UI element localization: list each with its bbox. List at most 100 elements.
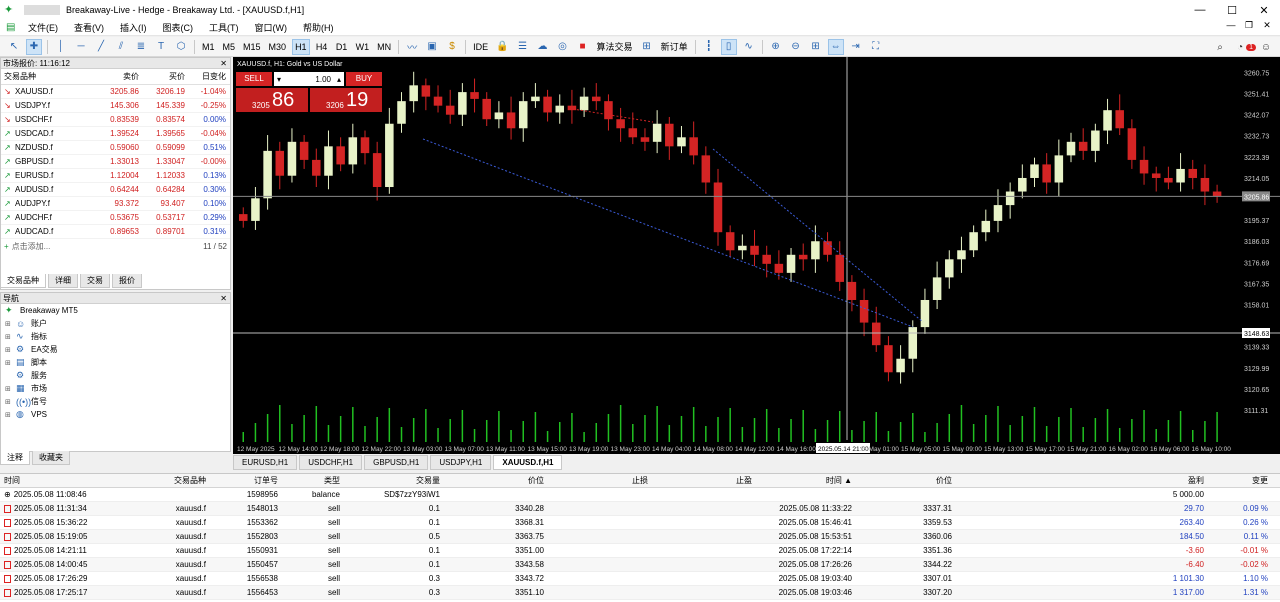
tab-xauusd[interactable]: XAUUSD.f,H1 — [493, 455, 563, 470]
tab-ticks[interactable]: 报价 — [112, 274, 142, 288]
tf-h4[interactable]: H4 — [314, 39, 330, 55]
algo-trading-button[interactable]: 算法交易 — [595, 39, 635, 55]
fibonacci-icon[interactable]: ≣ — [133, 39, 149, 55]
tf-m15[interactable]: M15 — [241, 39, 263, 55]
tab-common[interactable]: 注释 — [0, 451, 30, 465]
crosshair-icon[interactable]: ✚ — [26, 38, 42, 55]
text-tool-icon[interactable]: T — [153, 39, 169, 55]
nav-experts[interactable]: ⊞ ⚙ EA交易 — [1, 343, 230, 356]
lot-input[interactable]: ▾ 1.00 ▴ — [274, 72, 344, 86]
child-restore-button[interactable]: ❐ — [1240, 20, 1258, 31]
market-watch-row[interactable]: ↗ AUDCHF.f 0.53675 0.53717 0.29% — [1, 211, 230, 225]
child-minimize-button[interactable]: — — [1222, 20, 1240, 31]
tab-usdjpy[interactable]: USDJPY,H1 — [430, 455, 492, 470]
trendline-icon[interactable]: ╱ — [93, 39, 109, 55]
table-row[interactable]: 2025.05.08 17:25:17 xauusd.f 1556453 sell 0.… — [0, 586, 1280, 600]
nav-accounts[interactable]: ⊞ ☺ 账户 — [1, 317, 230, 330]
buy-price-box[interactable]: 3206 19 — [310, 88, 382, 112]
chart-shift-icon[interactable]: ⇥ — [848, 39, 864, 55]
new-order-icon[interactable]: ⊞ — [639, 39, 655, 55]
market-watch-row[interactable]: ↗ GBPUSD.f 1.33013 1.33047 -0.00% — [1, 155, 230, 169]
col-ask[interactable]: 买价 — [139, 71, 185, 82]
price-chart[interactable]: 3260.75 3251.41 3242.07 3232.73 3223.39 3214.… — [233, 57, 1280, 454]
hcol-ticket[interactable]: 订单号 — [208, 475, 278, 486]
tf-h1[interactable]: H1 — [292, 38, 310, 55]
lock-icon[interactable]: 🔒 — [494, 39, 510, 55]
hcol-volume[interactable]: 交易量 — [340, 475, 440, 486]
zoom-out-icon[interactable]: ⊖ — [788, 39, 804, 55]
table-row[interactable]: 2025.05.08 15:36:22 xauusd.f 1553362 sell 0.… — [0, 516, 1280, 530]
market-watch-row[interactable]: ↗ AUDUSD.f 0.64244 0.64284 0.30% — [1, 183, 230, 197]
market-watch-row[interactable]: ↗ USDCAD.f 1.39524 1.39565 -0.04% — [1, 127, 230, 141]
zoom-in-icon[interactable]: ⊕ — [768, 39, 784, 55]
child-close-button[interactable]: ✕ — [1258, 20, 1276, 31]
menu-window[interactable]: 窗口(W) — [247, 21, 296, 34]
market-watch-row[interactable]: ↗ NZDUSD.f 0.59060 0.59099 0.51% — [1, 141, 230, 155]
lot-increase-button[interactable]: ▴ — [334, 75, 344, 84]
hcol-close-time[interactable]: 时间 ▲ — [752, 475, 852, 486]
table-row[interactable]: 2025.05.08 14:00:45 xauusd.f 1550457 sell 0.… — [0, 558, 1280, 572]
menu-file[interactable]: 文件(E) — [20, 21, 66, 34]
add-symbol-row[interactable]: + 点击添加... 11 / 52 — [1, 239, 230, 253]
nav-signals[interactable]: ⊞ ((•)) 信号 — [1, 395, 230, 408]
tile-windows-icon[interactable]: ⊞ — [808, 39, 824, 55]
menu-help[interactable]: 帮助(H) — [295, 21, 342, 34]
tab-details[interactable]: 详细 — [48, 274, 78, 288]
close-icon[interactable]: ✕ — [220, 293, 227, 304]
table-row[interactable]: 2025.05.08 11:31:34 xauusd.f 1548013 sell 0.… — [0, 502, 1280, 516]
minimize-button[interactable]: — — [1184, 0, 1216, 20]
sell-button[interactable]: SELL — [236, 72, 272, 86]
hcol-close-price[interactable]: 价位 — [852, 475, 952, 486]
tf-mn[interactable]: MN — [375, 39, 393, 55]
menu-insert[interactable]: 插入(I) — [112, 21, 155, 34]
col-symbol[interactable]: 交易品种 — [1, 71, 93, 82]
tf-d1[interactable]: D1 — [334, 39, 350, 55]
buy-button[interactable]: BUY — [346, 72, 382, 86]
tab-symbols[interactable]: 交易品种 — [0, 274, 46, 288]
vertical-line-icon[interactable]: │ — [53, 39, 69, 55]
table-row[interactable]: ⊕ 2025.05.08 11:08:46 1598956 balance SD$7zz… — [0, 488, 1280, 502]
nav-market[interactable]: ⊞ ▦ 市场 — [1, 382, 230, 395]
tf-m1[interactable]: M1 — [200, 39, 217, 55]
vps-icon[interactable]: ◎ — [555, 39, 571, 55]
close-button[interactable]: ✕ — [1248, 0, 1280, 20]
dollar-icon[interactable]: $ — [444, 39, 460, 55]
candle-chart-icon[interactable]: ▯ — [720, 38, 737, 55]
candlestick-chart[interactable]: 3260.75 3251.41 3242.07 3232.73 3223.39 3214.… — [233, 57, 1280, 454]
nav-indicators[interactable]: ⊞ ∿ 指标 — [1, 330, 230, 343]
cloud-icon[interactable]: ☁ — [535, 39, 551, 55]
market-watch-row[interactable]: ↘ XAUUSD.f 3205.86 3206.19 -1.04% — [1, 85, 230, 99]
hcol-change[interactable]: 变更 — [1204, 475, 1274, 486]
table-row[interactable]: 2025.05.08 17:26:29 xauusd.f 1556538 sell 0.… — [0, 572, 1280, 586]
col-change[interactable]: 日变化 — [185, 71, 229, 82]
menu-view[interactable]: 查看(V) — [66, 21, 112, 34]
account-icon[interactable]: ☺ — [1258, 39, 1274, 55]
tab-gbpusd[interactable]: GBPUSD,H1 — [364, 455, 429, 470]
hcol-symbol[interactable]: 交易品种 — [114, 475, 208, 486]
search-icon[interactable]: ⌕ — [1212, 39, 1228, 55]
bar-chart-icon[interactable]: ┇ — [701, 39, 717, 55]
tab-eurusd[interactable]: EURUSD,H1 — [233, 455, 298, 470]
shapes-icon[interactable]: ⬡ — [173, 39, 189, 55]
tf-w1[interactable]: W1 — [354, 39, 372, 55]
nav-root[interactable]: ✦ Breakaway MT5 — [1, 304, 230, 317]
hcol-profit[interactable]: 盈利 — [952, 475, 1204, 486]
table-row[interactable]: 2025.05.08 15:19:05 xauusd.f 1552803 sell 0.… — [0, 530, 1280, 544]
nav-services[interactable]: ⚙ 服务 — [1, 369, 230, 382]
algo-trading-icon[interactable]: ■ — [575, 39, 591, 55]
templates-icon[interactable]: ▣ — [424, 39, 440, 55]
market-watch-row[interactable]: ↘ USDCHF.f 0.83539 0.83574 0.00% — [1, 113, 230, 127]
signals-icon[interactable]: ☰ — [515, 39, 531, 55]
hcol-price[interactable]: 价位 — [440, 475, 544, 486]
hcol-tp[interactable]: 止盈 — [648, 475, 752, 486]
market-watch-row[interactable]: ↗ EURUSD.f 1.12004 1.12033 0.13% — [1, 169, 230, 183]
market-watch-row[interactable]: ↗ AUDCAD.f 0.89653 0.89701 0.31% — [1, 225, 230, 239]
indicators-icon[interactable]: 〰 — [404, 39, 420, 55]
hcol-type[interactable]: 类型 — [278, 475, 340, 486]
lot-decrease-button[interactable]: ▾ — [274, 75, 284, 84]
nav-scripts[interactable]: ⊞ ▤ 脚本 — [1, 356, 230, 369]
sell-price-box[interactable]: 3205 86 — [236, 88, 308, 112]
horizontal-line-icon[interactable]: ─ — [73, 39, 89, 55]
col-bid[interactable]: 卖价 — [93, 71, 139, 82]
pointer-icon[interactable]: ↖ — [6, 39, 22, 55]
